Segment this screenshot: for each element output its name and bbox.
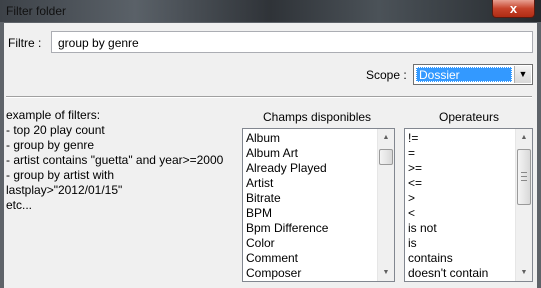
filter-input[interactable]: group by genre <box>51 31 533 53</box>
example-line: etc... <box>6 198 33 212</box>
example-line: - group by artist with <box>6 168 115 182</box>
scrollbar-thumb[interactable] <box>379 149 393 165</box>
scroll-down-icon[interactable]: ▼ <box>378 264 394 281</box>
operators-listbox[interactable]: != = >= <= > < is not is contains doesn'… <box>404 128 533 282</box>
scope-selected-value: Dossier <box>416 67 512 82</box>
scroll-up-icon[interactable]: ▲ <box>378 129 394 146</box>
scope-label: Scope : <box>366 68 407 82</box>
field-item[interactable]: Album Art <box>246 146 328 161</box>
fields-scrollbar[interactable]: ▲ ▼ <box>377 129 394 281</box>
field-item[interactable]: Comment <box>246 251 328 266</box>
example-line: - artist contains "guetta" and year>=200… <box>6 153 224 167</box>
operator-item[interactable]: = <box>408 146 488 161</box>
field-item[interactable]: BPM <box>246 206 328 221</box>
scroll-down-icon[interactable]: ▼ <box>516 264 532 281</box>
operator-item[interactable]: > <box>408 191 488 206</box>
filter-label: Filtre : <box>8 36 42 50</box>
field-item[interactable]: Color <box>246 236 328 251</box>
window-title: Filter folder <box>6 4 67 18</box>
operator-item[interactable]: doesn't contain <box>408 266 488 281</box>
example-line: - group by genre <box>6 138 95 152</box>
example-line: lastplay>"2012/01/15" <box>6 183 123 197</box>
scroll-up-icon[interactable]: ▲ <box>516 129 532 146</box>
field-item[interactable]: Artist <box>246 176 328 191</box>
operator-item[interactable]: >= <box>408 161 488 176</box>
field-item[interactable]: Bpm Difference <box>246 221 328 236</box>
operator-item[interactable]: contains <box>408 251 488 266</box>
operators-header: Operateurs <box>439 110 500 124</box>
operator-item[interactable]: is <box>408 236 488 251</box>
field-item[interactable]: Bitrate <box>246 191 328 206</box>
example-line: example of filters: <box>6 108 101 122</box>
field-item[interactable]: Composer <box>246 266 328 281</box>
operators-scrollbar[interactable]: ▲ ▼ <box>515 129 532 281</box>
grip-line <box>521 176 527 177</box>
fields-header: Champs disponibles <box>263 110 372 124</box>
field-item[interactable]: Already Played <box>246 161 328 176</box>
title-bar[interactable]: Filter folder x <box>0 0 541 22</box>
close-button[interactable]: x <box>492 0 535 18</box>
scope-select[interactable]: Dossier ▼ <box>413 64 533 85</box>
operator-item[interactable]: is not <box>408 221 488 236</box>
grip-line <box>521 172 527 173</box>
separator <box>6 96 532 98</box>
chevron-down-icon[interactable]: ▼ <box>514 66 531 83</box>
grip-line <box>521 180 527 181</box>
field-item[interactable]: Album <box>246 131 328 146</box>
operator-item[interactable]: <= <box>408 176 488 191</box>
operator-item[interactable]: < <box>408 206 488 221</box>
close-icon: x <box>509 1 518 16</box>
examples-help-text: example of filters: - top 20 play count … <box>6 108 238 213</box>
example-line: - top 20 play count <box>6 123 105 137</box>
fields-listbox[interactable]: Album Album Art Already Played Artist Bi… <box>242 128 395 282</box>
scrollbar-thumb[interactable] <box>517 149 531 205</box>
operator-item[interactable]: != <box>408 131 488 146</box>
